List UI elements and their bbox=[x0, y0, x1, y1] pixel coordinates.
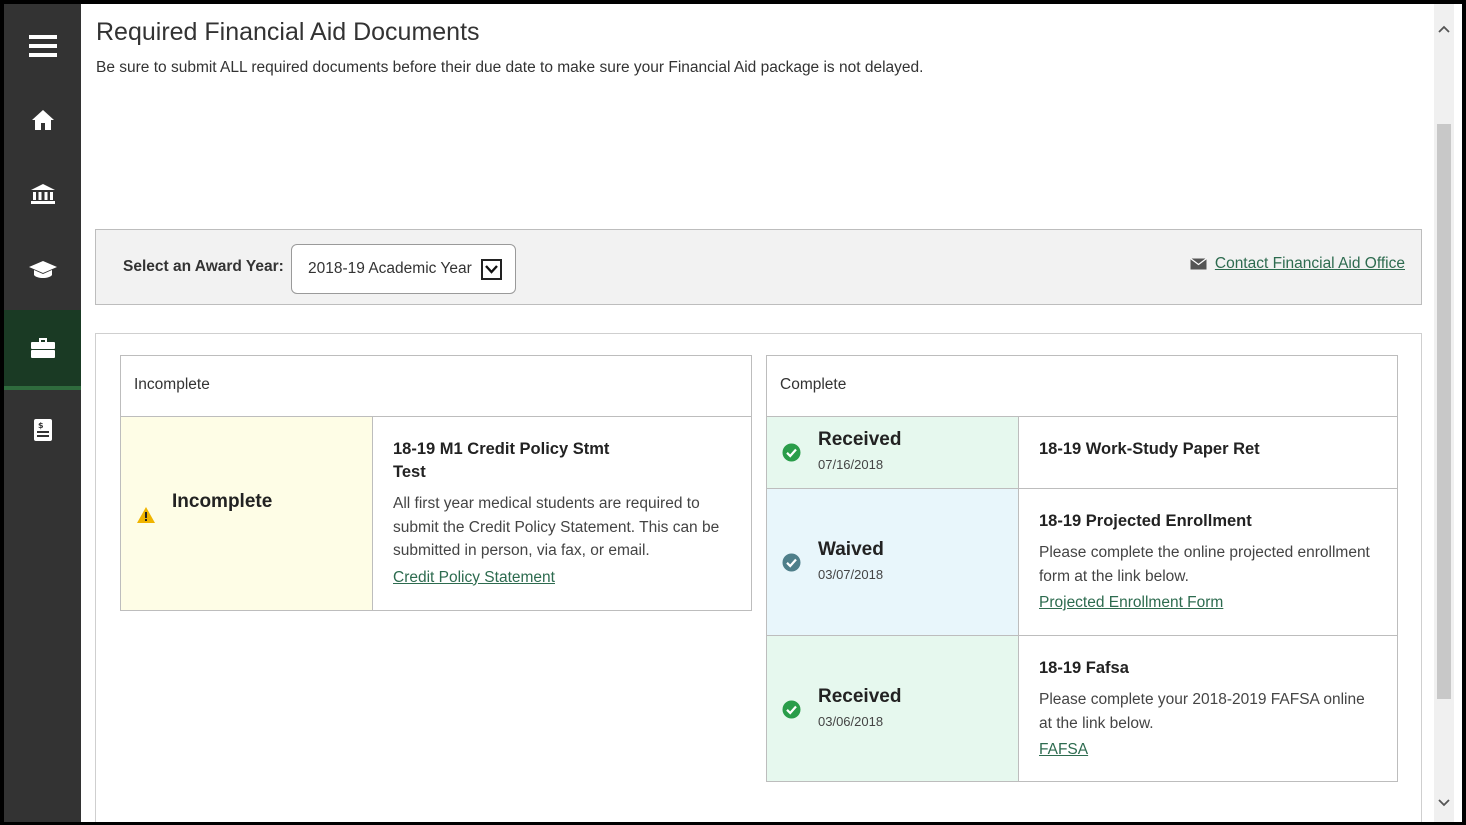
list-item: Received 07/16/2018 18-19 Work-Study Pap… bbox=[767, 417, 1397, 488]
sidebar: $ bbox=[4, 4, 81, 822]
contact-office[interactable]: Contact Financial Aid Office bbox=[1190, 255, 1405, 273]
sidebar-item-bank[interactable] bbox=[4, 156, 81, 232]
menu-button[interactable] bbox=[4, 8, 81, 84]
status-date: 07/16/2018 bbox=[818, 457, 884, 472]
bank-icon bbox=[30, 184, 55, 204]
page-title: Required Financial Aid Documents bbox=[96, 18, 480, 46]
main-content: Required Financial Aid Documents Be sure… bbox=[81, 4, 1434, 822]
briefcase-icon bbox=[30, 338, 55, 358]
document-description: Please complete the online projected enr… bbox=[1039, 544, 1370, 585]
scroll-up-icon[interactable] bbox=[1437, 22, 1451, 36]
document-title: 18-19 Projected Enrollment bbox=[1039, 512, 1252, 530]
check-circle-icon bbox=[782, 553, 801, 572]
list-item: Waived 03/07/2018 18-19 Projected Enroll… bbox=[767, 488, 1397, 635]
sidebar-item-financial-aid[interactable] bbox=[4, 310, 81, 390]
status-label: Waived bbox=[818, 539, 884, 560]
documents-panel: Incomplete Incomplete 18-19 M1 Credit Po… bbox=[95, 333, 1422, 822]
scrollbar-thumb[interactable] bbox=[1437, 124, 1451, 699]
sidebar-item-home[interactable] bbox=[4, 82, 81, 158]
document-title: 18-19 M1 Credit Policy Stmt Test bbox=[393, 440, 610, 481]
status-label: Received bbox=[818, 686, 902, 707]
status-date: 03/06/2018 bbox=[818, 714, 884, 729]
status-cell: Received 07/16/2018 bbox=[767, 417, 1019, 488]
svg-text:$: $ bbox=[38, 421, 44, 430]
document-title: 18-19 Work-Study Paper Ret bbox=[1039, 440, 1260, 458]
sidebar-item-billing[interactable]: $ bbox=[4, 392, 81, 468]
document-description: All first year medical students are requ… bbox=[393, 495, 720, 559]
envelope-icon bbox=[1190, 258, 1207, 270]
chevron-down-icon[interactable] bbox=[481, 259, 502, 280]
list-item: Received 03/06/2018 18-19 Fafsa Please c… bbox=[767, 635, 1397, 781]
complete-card: Complete Received 07/16/2018 18-19 Work-… bbox=[766, 355, 1398, 782]
document-title: 18-19 Fafsa bbox=[1039, 659, 1129, 677]
page-description: Be sure to submit ALL required documents… bbox=[96, 59, 924, 76]
document-detail: 18-19 M1 Credit Policy Stmt Test All fir… bbox=[373, 417, 751, 610]
status-label: Received bbox=[818, 429, 902, 450]
status-label: Incomplete bbox=[172, 491, 273, 512]
vertical-scrollbar[interactable] bbox=[1434, 4, 1454, 822]
incomplete-header: Incomplete bbox=[121, 356, 751, 417]
scroll-down-icon[interactable] bbox=[1437, 796, 1451, 810]
complete-header: Complete bbox=[767, 356, 1397, 417]
status-cell: Received 03/06/2018 bbox=[767, 636, 1019, 781]
contact-financial-aid-link[interactable]: Contact Financial Aid Office bbox=[1215, 255, 1405, 273]
warning-icon bbox=[137, 507, 155, 523]
projected-enrollment-link[interactable]: Projected Enrollment Form bbox=[1039, 594, 1223, 612]
sidebar-item-academics[interactable] bbox=[4, 232, 81, 308]
home-icon bbox=[31, 110, 54, 130]
check-circle-icon bbox=[782, 443, 801, 462]
status-date: 03/07/2018 bbox=[818, 567, 884, 582]
document-detail: 18-19 Projected Enrollment Please comple… bbox=[1019, 489, 1397, 635]
award-year-label: Select an Award Year: bbox=[123, 258, 284, 275]
check-circle-icon bbox=[782, 700, 801, 719]
fafsa-link[interactable]: FAFSA bbox=[1039, 741, 1088, 759]
status-cell: Waived 03/07/2018 bbox=[767, 489, 1019, 635]
award-year-select[interactable]: 2018-19 Academic Year bbox=[291, 244, 516, 294]
award-year-filter: Select an Award Year: 2018-19 Academic Y… bbox=[95, 229, 1422, 305]
award-year-value: 2018-19 Academic Year bbox=[308, 260, 472, 277]
list-item: Incomplete 18-19 M1 Credit Policy Stmt T… bbox=[121, 417, 751, 610]
app-window: $ Required Financial Aid Documents Be su… bbox=[4, 4, 1462, 822]
document-detail: 18-19 Fafsa Please complete your 2018-20… bbox=[1019, 636, 1397, 781]
document-description: Please complete your 2018-2019 FAFSA onl… bbox=[1039, 691, 1365, 732]
incomplete-card: Incomplete Incomplete 18-19 M1 Credit Po… bbox=[120, 355, 752, 611]
bill-icon: $ bbox=[33, 419, 52, 441]
menu-icon bbox=[28, 35, 57, 57]
credit-policy-link[interactable]: Credit Policy Statement bbox=[393, 569, 555, 587]
status-cell: Incomplete bbox=[121, 417, 373, 610]
graduation-cap-icon bbox=[28, 261, 57, 278]
document-detail: 18-19 Work-Study Paper Ret bbox=[1019, 417, 1397, 488]
